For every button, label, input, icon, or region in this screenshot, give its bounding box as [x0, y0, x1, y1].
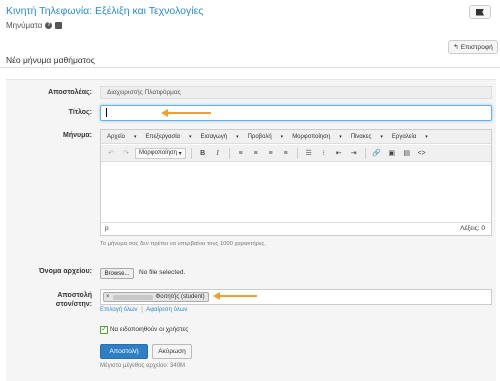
- back-button[interactable]: ↰ Επιστροφή: [448, 40, 498, 54]
- help-icon[interactable]: ?: [45, 22, 53, 29]
- menu-file[interactable]: Αρχείο: [107, 134, 125, 140]
- course-title[interactable]: Κινητή Τηλεφωνία: Εξέλιξη και Τεχνολογίε…: [6, 5, 203, 17]
- annotation-arrow-recipient-shaft: [219, 295, 257, 297]
- image-icon[interactable]: ▣: [386, 148, 398, 158]
- select-all-link[interactable]: Επιλογή όλων: [100, 307, 138, 313]
- divider: [0, 67, 500, 68]
- title-input[interactable]: [100, 105, 492, 121]
- recipients-label-2: στον/στην:: [55, 301, 92, 308]
- code-icon[interactable]: <>: [416, 148, 428, 158]
- bullet-list-icon[interactable]: ☰: [303, 148, 315, 158]
- recipients-label: Αποστολή: [57, 292, 92, 299]
- annotation-arrow-title-shaft: [167, 112, 211, 114]
- max-file-size: Μέγιστο μέγεθος αρχείου: 340M: [100, 363, 186, 369]
- editor-statusbar: p Λέξεις: 0: [101, 222, 491, 235]
- back-arrow-icon: ↰: [453, 44, 459, 51]
- remove-all-link[interactable]: Αφαίρεση όλων: [146, 307, 187, 313]
- undo-icon[interactable]: ↶: [105, 148, 117, 158]
- status-path: p: [105, 225, 109, 232]
- no-file-text: No file selected.: [139, 269, 186, 276]
- flag-button[interactable]: [469, 5, 491, 19]
- word-count: Λέξεις: 0: [460, 225, 485, 232]
- link-icon[interactable]: 🔗: [371, 148, 383, 158]
- message-hint: Το μήνυμα σας δεν πρέπει να υπερβαίνει τ…: [100, 241, 267, 247]
- align-right-icon[interactable]: ≡: [265, 148, 277, 158]
- subtitle-label: Μηνύματα: [6, 21, 43, 30]
- flag-icon: [476, 8, 484, 16]
- bold-icon[interactable]: B: [197, 148, 209, 158]
- menu-view[interactable]: Προβολή: [248, 134, 272, 140]
- file-label: Όνομα αρχείου:: [38, 268, 92, 275]
- title-label: Τίτλος:: [68, 109, 92, 116]
- editor-menubar: Αρχείο ▾ Επεξεργασία ▾ Εισαγωγή ▾ Προβολή ▾ …: [101, 130, 491, 144]
- redo-icon[interactable]: ↷: [120, 148, 132, 158]
- recipient-tag[interactable]: × Φοιτητής (student): [103, 292, 209, 302]
- sender-label: Αποστολέας:: [48, 89, 92, 96]
- menu-insert[interactable]: Εισαγωγή: [201, 134, 228, 140]
- italic-icon[interactable]: I: [212, 148, 224, 158]
- indent-icon[interactable]: ⇥: [348, 148, 360, 158]
- menu-tools[interactable]: Εργαλεία: [392, 134, 416, 140]
- minus-icon[interactable]: [55, 22, 63, 29]
- format-select-label: Μορφοποίηση: [139, 150, 177, 156]
- panel-title: Νέο μήνυμα μαθήματος: [6, 55, 95, 65]
- align-left-icon[interactable]: ≡: [235, 148, 247, 158]
- menu-format[interactable]: Μορφοποίηση: [292, 134, 330, 140]
- message-label: Μήνυμα:: [63, 132, 92, 139]
- format-select[interactable]: Μορφοποίηση ▾: [135, 147, 186, 159]
- send-button[interactable]: Αποστολή: [100, 344, 148, 359]
- editor-toolbar: ↶ ↷ Μορφοποίηση ▾ B I ≡ ≡ ≡ ≡ ☰ ⁝ ⇤ ⇥ 🔗 …: [101, 145, 491, 162]
- sender-field: Διαχειριστής Πλατφόρμας: [100, 86, 492, 99]
- tag-remove-icon[interactable]: ×: [106, 294, 110, 300]
- cancel-button[interactable]: Ακύρωση: [152, 344, 192, 359]
- browse-button[interactable]: Browse...: [100, 268, 134, 279]
- outdent-icon[interactable]: ⇤: [333, 148, 345, 158]
- text-caret: [106, 108, 107, 117]
- media-icon[interactable]: ▤: [401, 148, 413, 158]
- notify-label: Να ειδοποιηθούν οι χρήστες: [110, 326, 189, 333]
- numbered-list-icon[interactable]: ⁝: [318, 148, 330, 158]
- menu-table[interactable]: Πίνακες: [351, 134, 372, 140]
- recipient-links: Επιλογή όλων | Αφαίρεση όλων: [100, 307, 188, 313]
- menu-edit[interactable]: Επεξεργασία: [145, 134, 180, 140]
- recipient-role: Φοιτητής (student): [155, 294, 205, 300]
- page-subtitle: Μηνύματα ?: [6, 21, 63, 30]
- back-button-label: Επιστροφή: [460, 43, 493, 51]
- align-justify-icon[interactable]: ≡: [280, 148, 292, 158]
- align-center-icon[interactable]: ≡: [250, 148, 262, 158]
- redacted-name: [112, 294, 153, 300]
- notify-checkbox[interactable]: ✓: [100, 326, 108, 334]
